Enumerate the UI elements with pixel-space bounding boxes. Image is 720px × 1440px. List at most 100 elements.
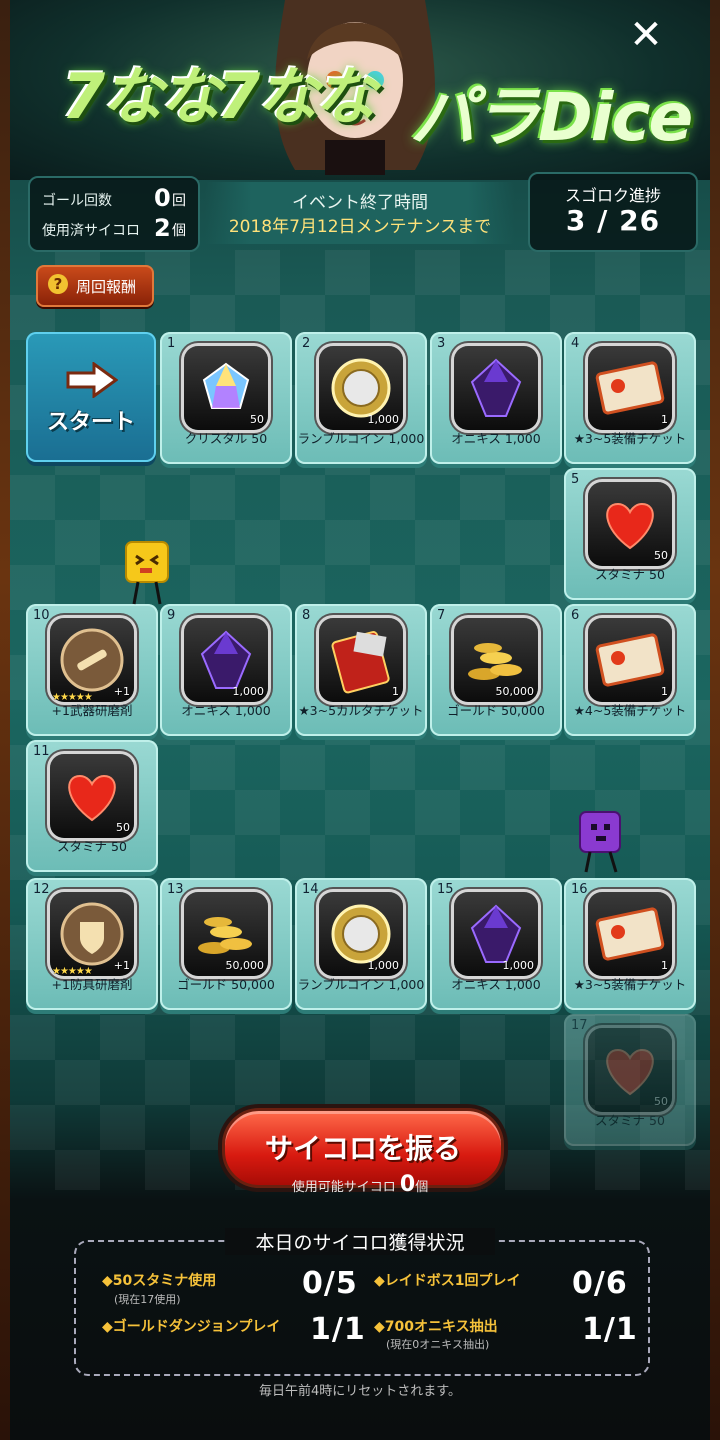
- tile-number: 10: [33, 608, 50, 623]
- daily-item-raid-label: ◆レイドボス1回プレイ: [374, 1273, 521, 1289]
- available-dice: 使用可能サイコロ 0個: [220, 1172, 500, 1197]
- event-screen: 7なな7なな パラDice ✕ ゴール回数 0 回 使用済サイコロ 2 個 イベ…: [0, 0, 720, 1440]
- tile-label: ★3~5装備チケット: [573, 977, 687, 992]
- roll-dice-label: サイコロを振る: [264, 1132, 461, 1165]
- ticket-icon: [588, 346, 672, 430]
- start-label: スタート: [46, 410, 135, 435]
- board-tile-1[interactable]: 1 50 クリスタル 50: [160, 332, 292, 464]
- tile-label: クリスタル 50: [184, 431, 268, 446]
- header-banner: 7なな7なな パラDice: [10, 0, 710, 180]
- tile-quantity: 50: [250, 413, 264, 426]
- tile-quantity: 50,000: [225, 959, 265, 972]
- event-end-panel: イベント終了時間 2018年7月12日メンテナンスまで: [205, 182, 515, 244]
- tile-number: 13: [167, 882, 184, 897]
- tile-number: 16: [571, 882, 588, 897]
- daily-item-raid-value: 0/6: [572, 1266, 628, 1301]
- daily-item-gold-dungeon-value: 1/1: [310, 1312, 366, 1347]
- tile-quantity: 1,000: [502, 959, 535, 972]
- progress-label: スゴロク進捗: [564, 186, 661, 205]
- goal-count-value: 0: [154, 184, 171, 212]
- tile-quantity: +1: [113, 685, 130, 698]
- tile-stars: ★★★★★: [52, 966, 93, 977]
- progress-panel: スゴロク進捗 3 / 26: [528, 172, 698, 252]
- tile-number: 2: [302, 336, 311, 351]
- title-left: 7なな7なな: [62, 60, 376, 133]
- right-frame: [710, 0, 720, 1440]
- tile-number: 7: [437, 608, 446, 623]
- tile-quantity: 1: [661, 413, 668, 426]
- event-end-label: イベント終了時間: [292, 193, 428, 213]
- lap-reward-label: 周回報酬: [76, 278, 137, 296]
- reset-note: 毎日午前4時にリセットされます。: [259, 1384, 461, 1399]
- onyx-icon: [454, 346, 538, 430]
- board-tile-4[interactable]: 4 1 ★3~5装備チケット: [564, 332, 696, 464]
- board-tile-2[interactable]: 2 1,000 ランブルコイン 1,000: [295, 332, 427, 464]
- tile-label: ★3~5カルタチケット: [298, 703, 424, 718]
- daily-item-onyx-value: 1/1: [582, 1312, 638, 1347]
- tile-quantity: 1,000: [232, 685, 265, 698]
- board-tile-17[interactable]: 17 50 スタミナ 50: [564, 1014, 696, 1146]
- board-tile-10[interactable]: 10 +1 ★★★★★ +1武器研磨剤: [26, 604, 158, 736]
- tile-number: 9: [167, 608, 176, 623]
- available-dice-unit: 個: [415, 1180, 429, 1195]
- board-tile-16[interactable]: 16 1 ★3~5装備チケット: [564, 878, 696, 1010]
- used-dice-unit: 個: [172, 223, 186, 239]
- board-tile-9[interactable]: 9 1,000 オニキス 1,000: [160, 604, 292, 736]
- tile-number: 17: [571, 1018, 588, 1033]
- tile-quantity: 50: [116, 821, 130, 834]
- tile-label: +1防具研磨剤: [51, 977, 133, 992]
- tile-number: 8: [302, 608, 311, 623]
- tile-label: スタミナ 50: [595, 567, 665, 582]
- tile-number: 14: [302, 882, 319, 897]
- board-tile-3[interactable]: 3 オニキス 1,000: [430, 332, 562, 464]
- ticket-icon: [588, 618, 672, 702]
- daily-dice-title: 本日のサイコロ獲得状況: [225, 1228, 495, 1255]
- tile-number: 3: [437, 336, 446, 351]
- start-tile[interactable]: スタート: [26, 332, 156, 462]
- board-tile-13[interactable]: 13 50,000 ゴールド 50,000: [160, 878, 292, 1010]
- tile-quantity: 1: [661, 959, 668, 972]
- title-right: パラDice: [410, 79, 693, 156]
- tile-number: 5: [571, 472, 580, 487]
- board-tile-12[interactable]: 12 +1 ★★★★★ +1防具研磨剤: [26, 878, 158, 1010]
- board-tile-15[interactable]: 15 1,000 オニキス 1,000: [430, 878, 562, 1010]
- board-tile-14[interactable]: 14 1,000 ランブルコイン 1,000: [295, 878, 427, 1010]
- tile-label: ★3~5装備チケット: [573, 431, 687, 446]
- tile-quantity: 1,000: [367, 959, 400, 972]
- goal-stats-panel: ゴール回数 0 回 使用済サイコロ 2 個: [28, 176, 200, 252]
- tile-label: ゴールド 50,000: [447, 703, 545, 718]
- question-icon: ?: [48, 274, 68, 294]
- tile-label: オニキス 1,000: [181, 703, 271, 718]
- board-tile-5[interactable]: 5 50 スタミナ 50: [564, 468, 696, 600]
- card-ticket-icon: [319, 618, 403, 702]
- ticket-icon: [588, 892, 672, 976]
- arrow-right-icon: [66, 362, 118, 398]
- yellow-dice-character: [125, 541, 169, 605]
- tile-label: ランブルコイン 1,000: [297, 977, 425, 992]
- board-tile-6[interactable]: 6 1 ★4~5装備チケット: [564, 604, 696, 736]
- left-frame: [0, 0, 10, 1440]
- tile-label: ランブルコイン 1,000: [297, 431, 425, 446]
- board-tile-8[interactable]: 8 1 ★3~5カルタチケット: [295, 604, 427, 736]
- board-tile-11[interactable]: 11 50 スタミナ 50: [26, 740, 158, 872]
- event-end-date: 2018年7月12日メンテナンスまで: [228, 217, 492, 237]
- tile-label: スタミナ 50: [595, 1113, 665, 1128]
- tile-quantity: 50,000: [495, 685, 535, 698]
- tile-label: スタミナ 50: [57, 839, 127, 854]
- daily-item-stamina-sub: (現在17使用): [114, 1293, 181, 1306]
- used-dice-value: 2: [154, 214, 171, 242]
- tile-quantity: 1: [392, 685, 399, 698]
- tile-label: ゴールド 50,000: [177, 977, 275, 992]
- available-dice-label: 使用可能サイコロ: [291, 1180, 396, 1195]
- lap-reward-button[interactable]: ? 周回報酬: [36, 265, 154, 307]
- progress-value: 3 / 26: [565, 204, 661, 237]
- goal-count-label: ゴール回数: [42, 193, 112, 209]
- tile-quantity: 1,000: [367, 413, 400, 426]
- available-dice-value: 0: [399, 1172, 416, 1197]
- tile-quantity: 1: [661, 685, 668, 698]
- tile-stars: ★★★★★: [52, 692, 93, 703]
- daily-item-gold-dungeon-label: ◆ゴールドダンジョンプレイ: [102, 1319, 281, 1335]
- close-icon[interactable]: ✕: [628, 15, 664, 55]
- board-tile-7[interactable]: 7 50,000 ゴールド 50,000: [430, 604, 562, 736]
- tile-number: 11: [33, 744, 50, 759]
